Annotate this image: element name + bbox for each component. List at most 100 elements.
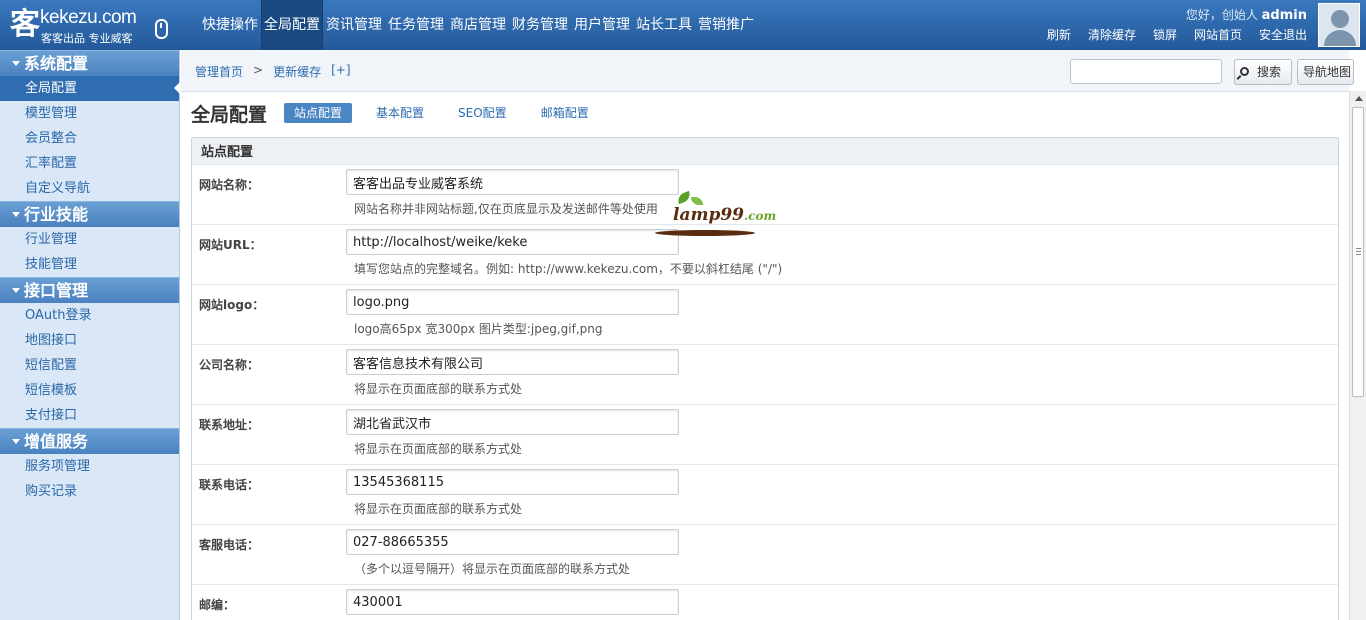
- site-logo[interactable]: 客 kekezu.com 客客出品 专业威客: [8, 3, 188, 47]
- phone-field[interactable]: [346, 469, 679, 495]
- field-hint: 将显示在页面底部的联系方式处: [354, 382, 523, 396]
- form-row-service-phone: 客服电话： （多个以逗号隔开）将显示在页面底部的联系方式处: [192, 525, 1338, 585]
- service-phone-field[interactable]: [346, 529, 679, 555]
- vertical-scrollbar[interactable]: [1349, 91, 1366, 620]
- form-row-phone: 联系电话： 将显示在页面底部的联系方式处: [192, 465, 1338, 525]
- sidebar-group-label: 增值服务: [24, 432, 89, 451]
- sidebar-item-model[interactable]: 模型管理: [0, 101, 179, 126]
- page-title: 全局配置: [191, 104, 268, 126]
- lock-screen-link[interactable]: 锁屏: [1153, 26, 1177, 43]
- leaf-icon: [691, 197, 703, 205]
- sidebar-item-custom-nav[interactable]: 自定义导航: [0, 176, 179, 201]
- breadcrumb-add[interactable]: [+]: [331, 63, 350, 80]
- field-label: 联系地址：: [199, 418, 260, 432]
- username: admin: [1261, 8, 1307, 23]
- scrollbar-thumb[interactable]: [1352, 107, 1364, 397]
- sidebar: 系统配置 全局配置 模型管理 会员整合 汇率配置 自定义导航 行业技能 行业管理…: [0, 50, 180, 620]
- sidebar-item-global-config[interactable]: 全局配置: [0, 76, 180, 101]
- caret-down-icon: [12, 61, 20, 66]
- sidebar-group-label: 系统配置: [24, 54, 89, 73]
- sidebar-item-map[interactable]: 地图接口: [0, 328, 179, 353]
- top-nav-finance[interactable]: 财务管理: [509, 0, 571, 50]
- sidebar-item-oauth[interactable]: OAuth登录: [0, 303, 179, 328]
- avatar-body: [1324, 30, 1356, 46]
- sidebar-group-industry[interactable]: 行业技能: [0, 201, 179, 227]
- field-label: 邮编：: [199, 598, 236, 612]
- avatar-head: [1331, 10, 1349, 28]
- breadcrumb-bar: 管理首页 > 更新缓存 [+] 搜索 导航地图: [181, 50, 1354, 92]
- mouse-icon: [155, 19, 168, 39]
- caret-down-icon: [12, 439, 20, 444]
- field-label: 公司名称：: [199, 358, 260, 372]
- top-nav-global-config[interactable]: 全局配置: [261, 0, 323, 50]
- sidebar-group-interfaces[interactable]: 接口管理: [0, 277, 179, 303]
- sidebar-item-industry[interactable]: 行业管理: [0, 227, 179, 252]
- avatar[interactable]: [1318, 3, 1360, 47]
- config-tabs: 站点配置 基本配置 SEO配置 邮箱配置: [284, 103, 599, 123]
- field-label: 网站logo：: [199, 298, 265, 312]
- sidebar-item-services[interactable]: 服务项管理: [0, 454, 179, 479]
- field-label: 网站URL：: [199, 238, 262, 252]
- logout-link[interactable]: 安全退出: [1259, 26, 1307, 43]
- sidebar-item-member-integration[interactable]: 会员整合: [0, 126, 179, 151]
- field-hint: 填写您站点的完整域名。例如: http://www.kekezu.com，不要以…: [354, 262, 783, 276]
- tab-mail-config[interactable]: 邮箱配置: [531, 103, 599, 123]
- field-label: 联系电话：: [199, 478, 260, 492]
- field-label: 客服电话：: [199, 538, 260, 552]
- search-icon: [1240, 67, 1249, 76]
- logo-slogan: 客客出品 专业威客: [41, 32, 133, 45]
- sidebar-item-skills[interactable]: 技能管理: [0, 252, 179, 277]
- sidebar-item-sms-template[interactable]: 短信模板: [0, 378, 179, 403]
- breadcrumb-update-cache[interactable]: 更新缓存: [273, 63, 321, 80]
- nav-map-button[interactable]: 导航地图: [1297, 59, 1354, 85]
- site-logo-field[interactable]: [346, 289, 679, 315]
- postcode-field[interactable]: [346, 589, 679, 615]
- sidebar-item-payment[interactable]: 支付接口: [0, 403, 179, 428]
- site-name-field[interactable]: [346, 169, 679, 195]
- site-home-link[interactable]: 网站首页: [1194, 26, 1242, 43]
- top-nav-users[interactable]: 用户管理: [571, 0, 633, 50]
- field-hint: 将显示在页面底部的联系方式处: [354, 502, 523, 516]
- sidebar-item-purchases[interactable]: 购买记录: [0, 479, 179, 504]
- caret-down-icon: [12, 212, 20, 217]
- top-nav-shop[interactable]: 商店管理: [447, 0, 509, 50]
- grip-icon: [1356, 248, 1361, 255]
- watermark-text: lamp99.com: [673, 205, 776, 225]
- watermark-suffix: .com: [744, 209, 777, 223]
- form-row-postcode: 邮编：: [192, 585, 1338, 620]
- search-input[interactable]: [1070, 59, 1222, 84]
- watermark-name: lamp99: [673, 205, 745, 225]
- sidebar-item-sms-config[interactable]: 短信配置: [0, 353, 179, 378]
- top-nav-tools[interactable]: 站长工具: [633, 0, 695, 50]
- tab-basic-config[interactable]: 基本配置: [366, 103, 434, 123]
- breadcrumb-separator: >: [253, 63, 264, 77]
- top-nav-news[interactable]: 资讯管理: [323, 0, 385, 50]
- field-hint: （多个以逗号隔开）将显示在页面底部的联系方式处: [354, 562, 631, 576]
- top-nav-tasks[interactable]: 任务管理: [385, 0, 447, 50]
- form-section-title: 站点配置: [192, 138, 1338, 165]
- company-name-field[interactable]: [346, 349, 679, 375]
- site-url-field[interactable]: [346, 229, 679, 255]
- search-button[interactable]: 搜索: [1234, 59, 1292, 85]
- sidebar-item-exchange-rate[interactable]: 汇率配置: [0, 151, 179, 176]
- refresh-link[interactable]: 刷新: [1047, 26, 1071, 43]
- tab-seo-config[interactable]: SEO配置: [448, 103, 517, 123]
- address-field[interactable]: [346, 409, 679, 435]
- caret-down-icon: [12, 288, 20, 293]
- top-nav: 快捷操作 全局配置 资讯管理 任务管理 商店管理 财务管理 用户管理 站长工具 …: [199, 0, 757, 50]
- breadcrumb-home[interactable]: 管理首页: [195, 63, 243, 80]
- sidebar-group-value-added[interactable]: 增值服务: [0, 428, 179, 454]
- greeting-text: 您好，创始人: [1185, 8, 1258, 22]
- sidebar-group-label: 行业技能: [24, 205, 89, 224]
- field-hint: logo高65px 宽300px 图片类型:jpeg,gif,png: [354, 322, 603, 336]
- top-nav-quick[interactable]: 快捷操作: [199, 0, 261, 50]
- top-nav-marketing[interactable]: 营销推广: [695, 0, 757, 50]
- logo-brand: kekezu.com: [40, 7, 137, 28]
- search-button-label: 搜索: [1257, 65, 1282, 79]
- clear-cache-link[interactable]: 清除缓存: [1088, 26, 1136, 43]
- top-links: 刷新 清除缓存 锁屏 网站首页 安全退出: [1047, 26, 1307, 43]
- scroll-up-arrow-icon[interactable]: [1355, 96, 1363, 101]
- lamp99-watermark: lamp99.com: [655, 190, 776, 241]
- tab-site-config[interactable]: 站点配置: [284, 103, 353, 123]
- sidebar-group-system[interactable]: 系统配置: [0, 50, 179, 76]
